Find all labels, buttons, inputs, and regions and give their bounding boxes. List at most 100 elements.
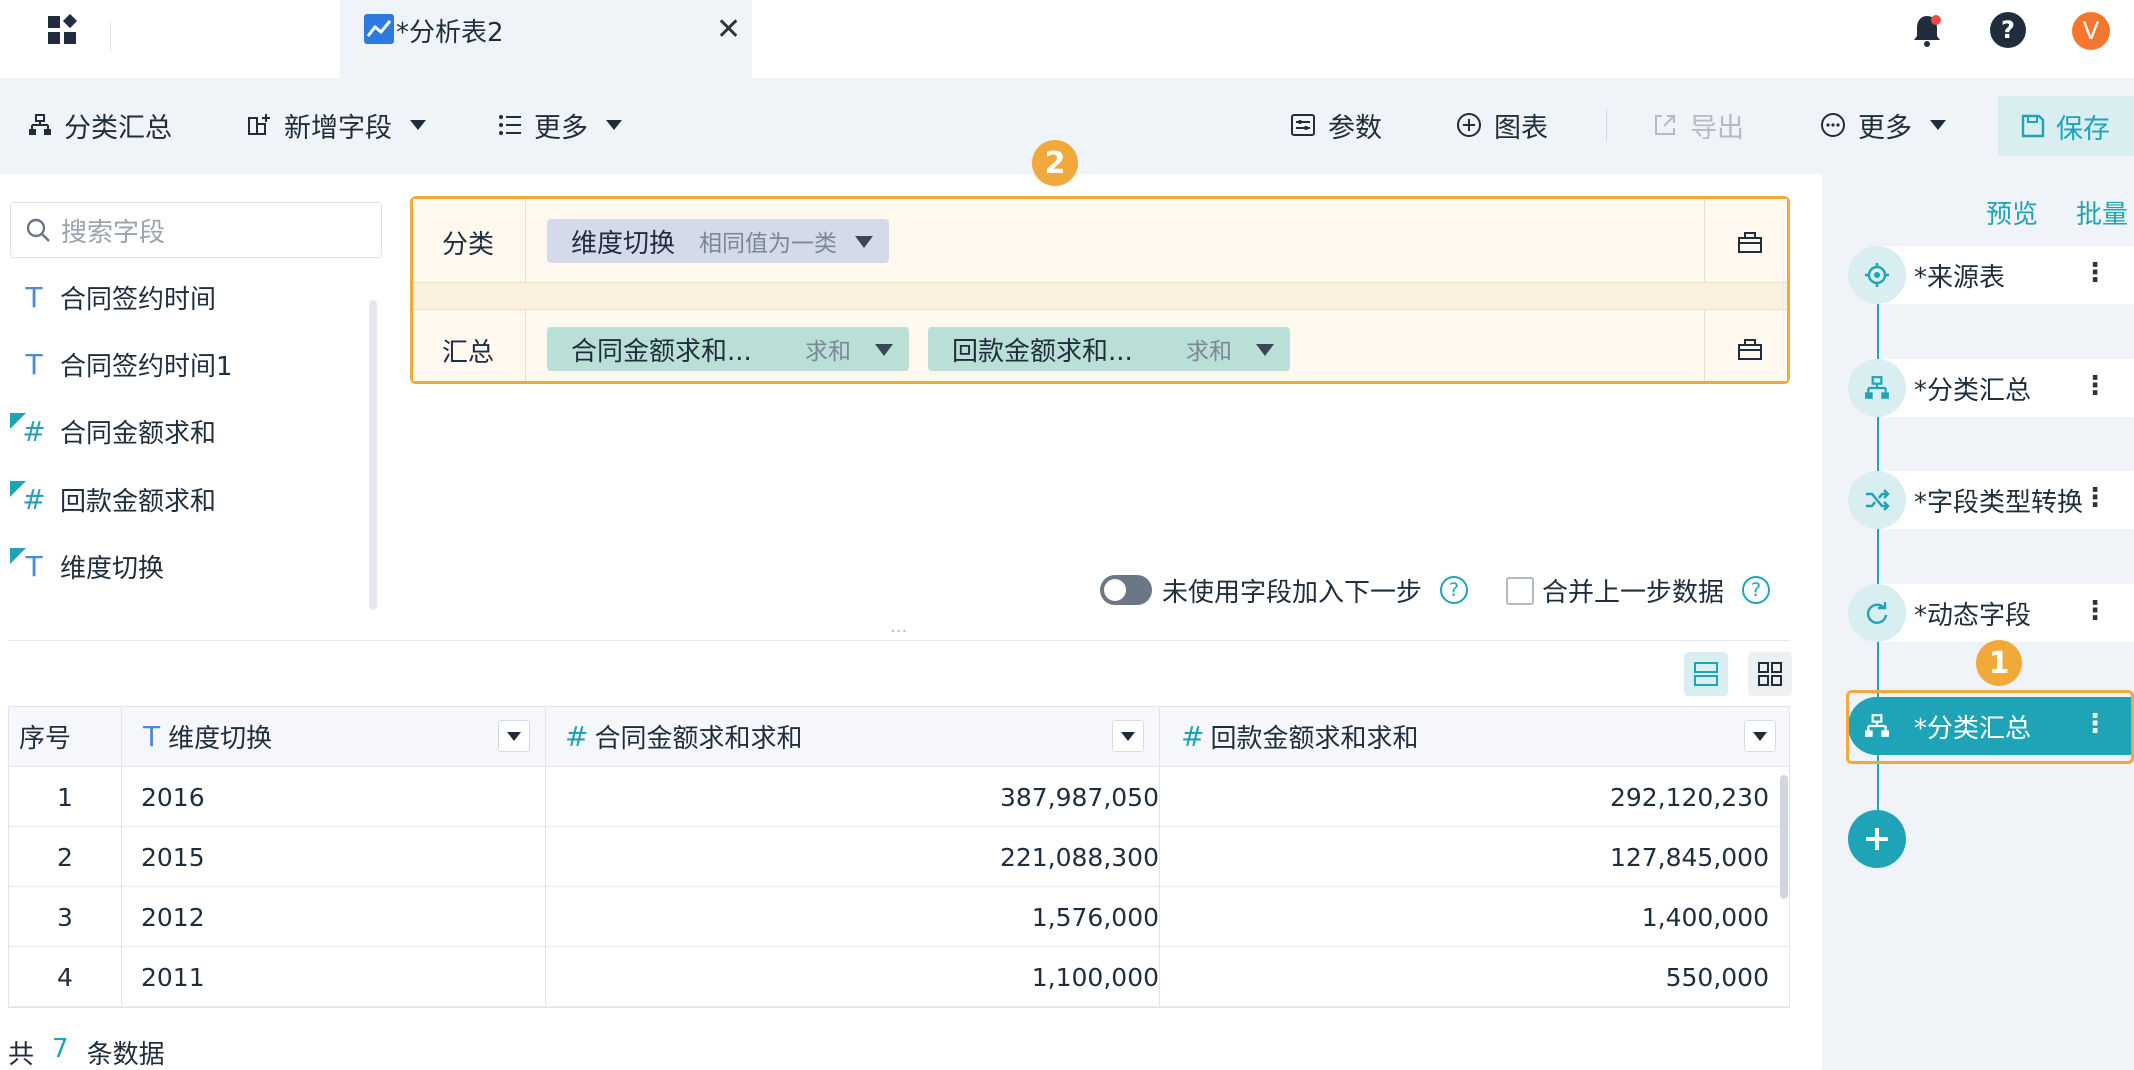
preview-link[interactable]: 预览 xyxy=(1986,194,2038,231)
toggle-knob xyxy=(1104,579,1126,601)
column-header-dimension[interactable]: T 维度切换 xyxy=(121,707,545,767)
summary-field-chip[interactable]: 合同金额求和... 求和 xyxy=(547,327,909,371)
cell-payment-sum: 127,845,000 xyxy=(1609,842,1769,872)
help-circle-icon[interactable]: ? xyxy=(1742,576,1770,604)
panel-divider xyxy=(8,640,1790,641)
add-column-icon xyxy=(248,114,270,135)
cell-index: 2 xyxy=(57,842,73,872)
number-type-icon: # xyxy=(8,411,60,451)
step-badge: 2 xyxy=(1032,140,1078,186)
merge-checkbox[interactable] xyxy=(1506,577,1534,605)
number-type-icon: # xyxy=(565,720,589,753)
cell-dimension: 2012 xyxy=(141,902,205,932)
more-menu-right[interactable]: 更多 xyxy=(1820,100,1946,150)
cell-contract-sum: 1,576,000 xyxy=(1031,902,1159,932)
step-label: *动态字段 xyxy=(1914,600,2032,631)
number-type-icon: # xyxy=(8,479,60,519)
group-summary-button[interactable]: 分类汇总 xyxy=(28,100,172,150)
step-group-summary[interactable]: *分类汇总 ⋮ xyxy=(1848,359,2134,417)
more-left-label: 更多 xyxy=(534,112,588,144)
search-field-input[interactable]: 搜索字段 xyxy=(10,202,382,258)
chip-agg: 求和 xyxy=(805,339,851,365)
cell-dimension: 2011 xyxy=(141,962,205,992)
field-list-scrollbar[interactable] xyxy=(369,300,377,610)
field-item[interactable]: # 回款金额求和 xyxy=(8,474,216,524)
cell-payment-sum: 550,000 xyxy=(1665,962,1769,992)
field-label: 合同签约时间 xyxy=(60,284,217,315)
export-icon xyxy=(1655,115,1675,135)
cell-contract-sum: 1,100,000 xyxy=(1031,962,1159,992)
search-icon xyxy=(26,218,50,242)
export-button[interactable]: 导出 xyxy=(1652,100,1744,150)
merge-label: 合并上一步数据 xyxy=(1542,578,1725,608)
bell-icon[interactable] xyxy=(1912,14,1942,48)
chip-mode: 相同值为一类 xyxy=(699,231,838,257)
field-item[interactable]: T 合同签约时间 xyxy=(8,272,216,322)
table-scrollbar[interactable] xyxy=(1780,775,1788,899)
cell-contract-sum: 221,088,300 xyxy=(999,842,1159,872)
add-step-button[interactable] xyxy=(1848,810,1906,868)
more-vertical-icon[interactable]: ⋮ xyxy=(2082,596,2108,626)
resize-handle[interactable]: ... xyxy=(890,616,907,637)
step-source-table[interactable]: *来源表 ⋮ xyxy=(1848,246,2134,304)
config-separator xyxy=(525,309,526,381)
column-menu-button[interactable] xyxy=(498,720,530,752)
header-label: 维度切换 xyxy=(168,724,273,754)
field-item[interactable]: # 合同金额求和 xyxy=(8,406,216,456)
plus-circle-icon xyxy=(1457,113,1481,137)
group-field-chip[interactable]: 维度切换 相同值为一类 xyxy=(547,219,889,263)
list-icon xyxy=(499,115,521,135)
chevron-down-icon[interactable] xyxy=(1256,344,1274,356)
chip-agg: 求和 xyxy=(1186,339,1232,365)
table-row[interactable]: 4 2011 1,100,000 550,000 xyxy=(9,947,1789,1007)
shuffle-icon xyxy=(1848,471,1906,529)
header-divider xyxy=(110,22,111,52)
save-button[interactable]: 保存 xyxy=(1998,96,2134,156)
user-avatar[interactable]: V xyxy=(2072,12,2110,50)
more-vertical-icon[interactable]: ⋮ xyxy=(2082,371,2108,401)
list-view-icon xyxy=(1694,662,1718,686)
column-header-payment-sum[interactable]: # 回款金额求和求和 xyxy=(1159,707,1789,767)
chart-button[interactable]: 图表 xyxy=(1456,100,1548,150)
column-menu-button[interactable] xyxy=(1744,720,1776,752)
list-view-button[interactable] xyxy=(1684,652,1728,696)
cell-dimension: 2016 xyxy=(141,782,205,812)
help-circle-icon[interactable]: ? xyxy=(1440,576,1468,604)
chevron-down-icon[interactable] xyxy=(855,236,873,248)
refresh-icon xyxy=(1848,584,1906,642)
summary-field-chip[interactable]: 回款金额求和... 求和 xyxy=(928,327,1290,371)
group-summary-label: 分类汇总 xyxy=(64,112,172,144)
table-row[interactable]: 2 2015 221,088,300 127,845,000 xyxy=(9,827,1789,887)
clear-icon[interactable] xyxy=(1736,228,1764,256)
step-label: *分类汇总 xyxy=(1914,375,2032,406)
step-dynamic-field[interactable]: *动态字段 ⋮ xyxy=(1848,584,2134,642)
more-menu-left[interactable]: 更多 xyxy=(498,100,622,150)
column-divider xyxy=(1159,707,1160,1007)
plus-icon xyxy=(1866,828,1888,850)
chart-label: 图表 xyxy=(1494,112,1548,144)
more-vertical-icon[interactable]: ⋮ xyxy=(2082,258,2108,288)
field-item[interactable]: T 维度切换 xyxy=(8,541,164,591)
add-field-button[interactable]: 新增字段 xyxy=(246,100,426,150)
clear-icon[interactable] xyxy=(1736,335,1764,363)
field-item[interactable]: T 合同签约时间1 xyxy=(8,339,232,389)
column-menu-button[interactable] xyxy=(1112,720,1144,752)
table-row[interactable]: 3 2012 1,576,000 1,400,000 xyxy=(9,887,1789,947)
config-spacer xyxy=(413,283,1787,309)
step-field-type-convert[interactable]: *字段类型转换 ⋮ xyxy=(1848,471,2134,529)
close-tab-icon[interactable]: ✕ xyxy=(716,12,741,47)
grid-view-button[interactable] xyxy=(1748,652,1792,696)
batch-link[interactable]: 批量 xyxy=(2076,194,2128,231)
column-divider xyxy=(121,707,122,1007)
chip-field-name: 合同金额求和... xyxy=(571,336,752,367)
params-button[interactable]: 参数 xyxy=(1290,100,1382,150)
help-icon[interactable]: ? xyxy=(1990,12,2026,48)
summary-label: 汇总 xyxy=(442,338,495,368)
table-row[interactable]: 1 2016 387,987,050 292,120,230 xyxy=(9,767,1789,827)
column-header-contract-sum[interactable]: # 合同金额求和求和 xyxy=(545,707,1159,767)
apps-grid-icon[interactable] xyxy=(46,14,80,48)
count-prefix: 共 xyxy=(8,1040,35,1070)
more-vertical-icon[interactable]: ⋮ xyxy=(2082,483,2108,513)
column-divider xyxy=(545,707,546,1007)
chevron-down-icon[interactable] xyxy=(875,344,893,356)
